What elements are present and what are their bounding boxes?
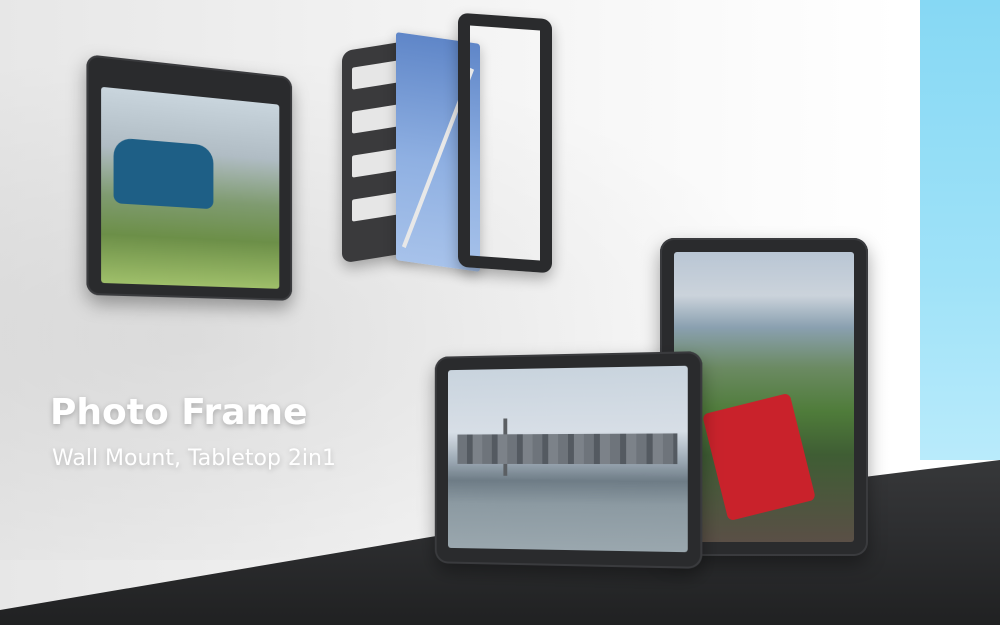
product-scene: Photo Frame Wall Mount, Tabletop 2in1 xyxy=(0,0,1000,625)
sky-strip xyxy=(920,0,1000,460)
subheadline: Wall Mount, Tabletop 2in1 xyxy=(52,446,336,471)
harbour-city-photo xyxy=(447,365,688,553)
city-skyline xyxy=(457,433,678,465)
landscape-tabletop-frame xyxy=(434,351,703,569)
car-photo xyxy=(101,86,280,289)
classic-car xyxy=(113,137,214,210)
frame-bezel xyxy=(458,12,552,274)
headline: Photo Frame xyxy=(50,392,308,433)
red-cable-car xyxy=(702,392,816,522)
wall-mounted-frame xyxy=(86,54,293,301)
